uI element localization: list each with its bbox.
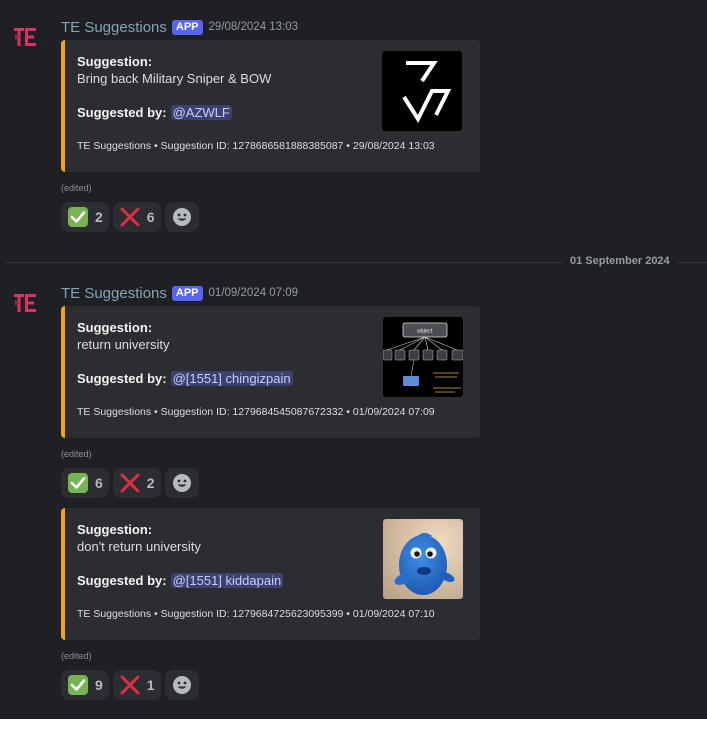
suggestion-text: return university (77, 337, 170, 352)
edited-label: (edited) (61, 449, 92, 459)
add-reaction-button[interactable] (164, 202, 199, 232)
check-mark-icon (68, 675, 88, 695)
reactions-row: 9 1 (61, 670, 199, 700)
message-header: TE Suggestions APP 29/08/2024 13:03 (61, 17, 298, 37)
suggestion-label: Suggestion: (77, 320, 153, 335)
embed-footer: TE Suggestions • Suggestion ID: 12796845… (77, 406, 435, 418)
message-timestamp[interactable]: 01/09/2024 07:09 (209, 287, 299, 299)
edited-label: (edited) (61, 183, 92, 193)
suggestion-label: Suggestion: (77, 54, 153, 69)
check-mark-icon (68, 473, 88, 493)
check-mark-icon (68, 207, 88, 227)
embed-footer: TE Suggestions • Suggestion ID: 12786865… (77, 140, 435, 152)
reaction-check[interactable]: 9 (61, 670, 109, 700)
reaction-cross[interactable]: 6 (112, 202, 161, 232)
author-name[interactable]: TE Suggestions (61, 285, 167, 302)
suggestion-text: Bring back Military Sniper & BOW (77, 71, 272, 86)
user-mention[interactable]: @[1551] kiddapain (170, 573, 284, 588)
te-logo-icon (14, 294, 36, 312)
bot-avatar[interactable] (12, 290, 38, 316)
app-badge: APP (171, 19, 203, 35)
smiley-icon (172, 208, 191, 226)
chat-panel: TE Suggestions APP 29/08/2024 13:03 Sugg… (0, 0, 707, 719)
suggestion-label: Suggestion: (77, 522, 153, 537)
smiley-icon (172, 676, 191, 694)
reactions-row: 6 2 (61, 468, 199, 498)
embed-thumbnail[interactable]: object (383, 317, 463, 397)
reaction-check[interactable]: 6 (61, 468, 109, 498)
cross-mark-icon (120, 675, 140, 695)
embed-footer: TE Suggestions • Suggestion ID: 12796847… (77, 608, 435, 620)
diagram-thumbnail-icon: object (383, 322, 463, 393)
suggestion-embed: Suggestion: don't return university Sugg… (61, 508, 480, 640)
add-reaction-button[interactable] (164, 468, 199, 498)
embed-thumbnail[interactable] (383, 519, 463, 599)
cross-mark-icon (120, 473, 140, 493)
reaction-count: 9 (95, 677, 103, 693)
suggested-by-row: Suggested by: @[1551] chingizpain (77, 371, 293, 386)
suggestion-embed: Suggestion: Bring back Military Sniper &… (61, 40, 480, 172)
author-name[interactable]: TE Suggestions (61, 19, 167, 36)
blue-fish-photo-icon (383, 519, 463, 599)
suggested-by-label: Suggested by: (77, 573, 167, 588)
reactions-row: 2 6 (61, 202, 199, 232)
suggested-by-label: Suggested by: (77, 105, 167, 120)
suggested-by-row: Suggested by: @[1551] kiddapain (77, 573, 284, 588)
app-badge: APP (171, 285, 203, 301)
edited-label: (edited) (61, 651, 92, 661)
reaction-count: 1 (146, 677, 155, 693)
suggested-by-row: Suggested by: @AZWLF (77, 105, 232, 120)
reaction-count: 2 (146, 475, 155, 491)
cross-mark-icon (120, 207, 140, 227)
reaction-cross[interactable]: 2 (112, 468, 161, 498)
diagram-box-label: object (417, 329, 432, 335)
user-mention[interactable]: @[1551] chingizpain (170, 371, 293, 386)
suggestion-embed: Suggestion: return university Suggested … (61, 306, 480, 438)
reaction-check[interactable]: 2 (61, 202, 109, 232)
reaction-count: 2 (95, 209, 103, 225)
add-reaction-button[interactable] (164, 670, 199, 700)
reaction-count: 6 (95, 475, 103, 491)
zigzag-logo-icon (402, 61, 452, 124)
message-header: TE Suggestions APP 01/09/2024 07:09 (61, 283, 298, 303)
reaction-count: 6 (146, 209, 155, 225)
suggested-by-label: Suggested by: (77, 371, 167, 386)
suggestion-text: don't return university (77, 539, 201, 554)
message-timestamp[interactable]: 29/08/2024 13:03 (209, 21, 299, 33)
reaction-cross[interactable]: 1 (112, 670, 161, 700)
te-logo-icon (14, 28, 36, 46)
smiley-icon (172, 474, 191, 492)
embed-thumbnail[interactable] (382, 51, 462, 131)
date-divider-label: 01 September 2024 (562, 255, 678, 267)
bot-avatar[interactable] (12, 24, 38, 50)
user-mention[interactable]: @AZWLF (170, 105, 232, 120)
